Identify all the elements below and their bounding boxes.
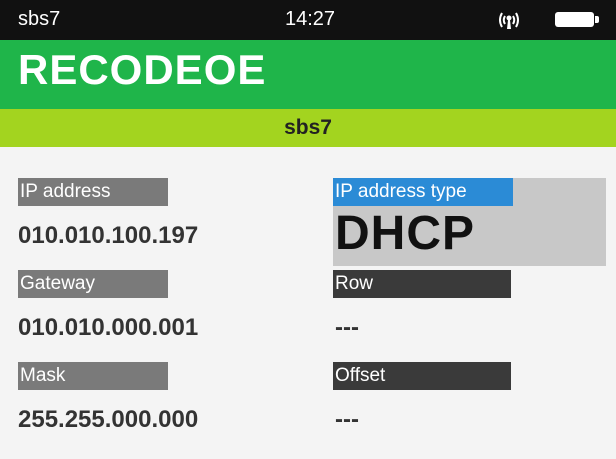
row-value[interactable]: --- [335,314,359,342]
row-label: Row [333,270,511,298]
wireless-signal-icon [499,12,519,29]
ip-address-type-value[interactable]: DHCP [335,206,475,261]
device-subheader: sbs7 [0,109,616,147]
mask-label: Mask [18,362,168,390]
clock-time: 14:27 [285,8,336,30]
app-header: RECODEOE [0,40,616,109]
ip-address-type-label: IP address type [333,178,513,206]
offset-label: Offset [333,362,511,390]
device-name: sbs7 [18,8,61,30]
battery-full-icon [555,12,599,27]
ip-address-label: IP address [18,178,168,206]
offset-value[interactable]: --- [335,406,359,434]
status-bar: sbs7 14:27 [0,0,616,40]
ip-address-value[interactable]: 010.010.100.197 [18,222,198,250]
app-title: RECODEOE [18,46,267,93]
gateway-label: Gateway [18,270,168,298]
mask-value[interactable]: 255.255.000.000 [18,406,198,434]
gateway-value[interactable]: 010.010.000.001 [18,314,198,342]
